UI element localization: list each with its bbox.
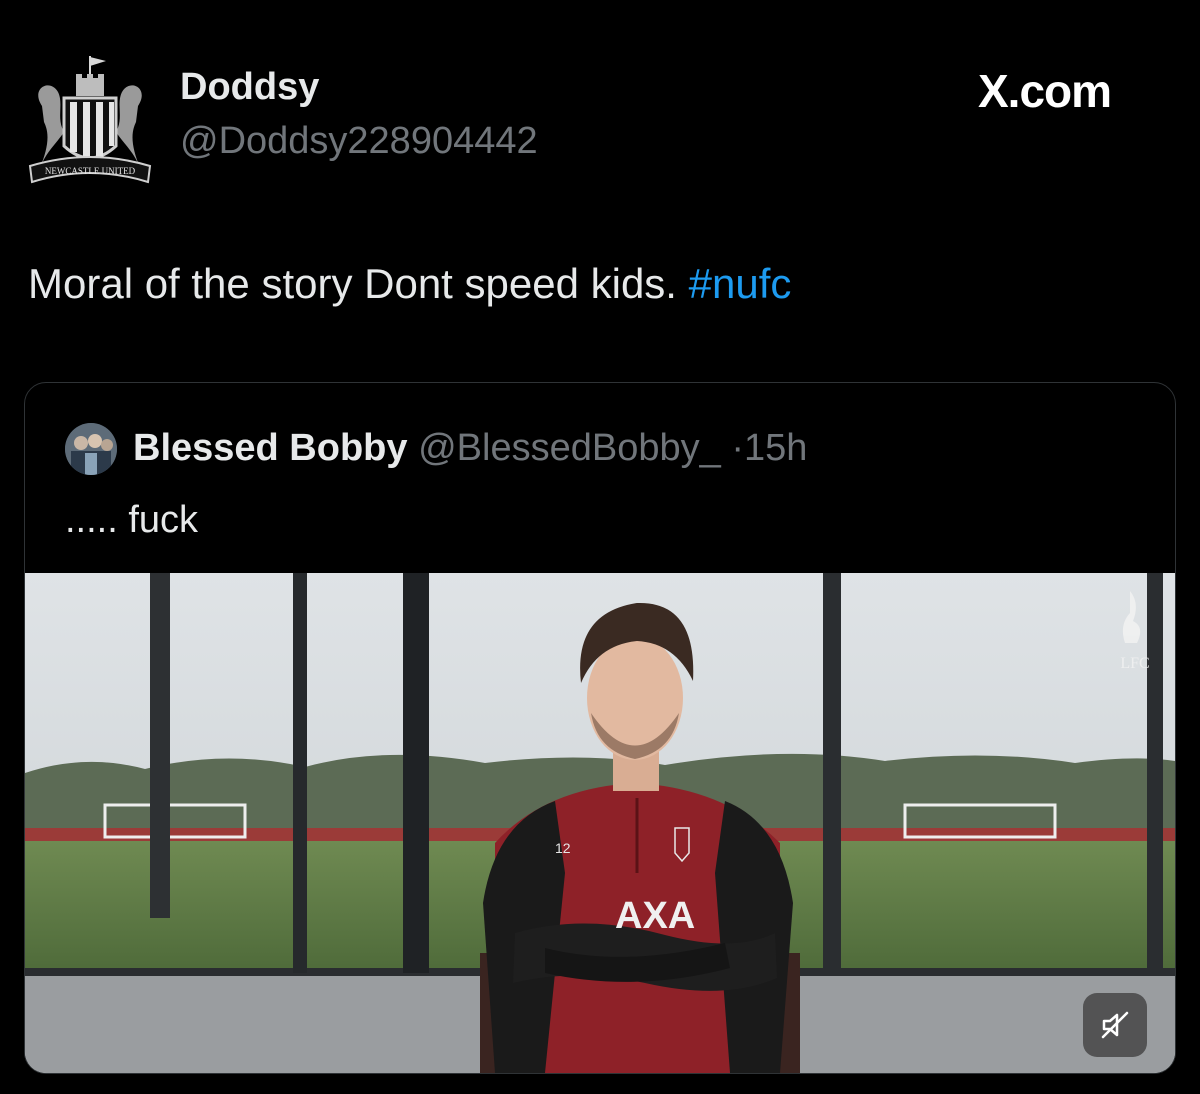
video-frame: 12 AXA LFC [25,573,1175,1073]
timestamp[interactable]: 15h [744,427,807,469]
video-player[interactable]: 12 AXA LFC [25,573,1175,1073]
separator-dot: · [731,427,744,469]
svg-text:NEWCASTLE UNITED: NEWCASTLE UNITED [45,166,136,176]
quoted-author-name[interactable]: Blessed Bobby [133,427,408,469]
hashtag-link[interactable]: #nufc [689,260,792,307]
tweet-body: Moral of the story Dont speed kids. [28,260,677,307]
quoted-tweet-text: ..... fuck [65,499,199,541]
mute-toggle-button[interactable] [1083,993,1147,1057]
author-avatar[interactable]: NEWCASTLE UNITED [20,48,160,198]
speaker-muted-icon [1101,1011,1129,1039]
quoted-tweet-header: Blessed Bobby @BlessedBobby_ ·15h [133,427,807,470]
newcastle-united-crest-icon: NEWCASTLE UNITED [28,56,152,184]
author-display-name[interactable]: Doddsy [180,66,319,109]
x-com-brand-label: X.com [978,65,1112,117]
quoted-tweet-card[interactable]: Blessed Bobby @BlessedBobby_ ·15h ..... … [24,382,1176,1074]
author-handle[interactable]: @Doddsy228904442 [180,120,538,163]
quoted-author-handle[interactable]: @BlessedBobby_ [418,427,721,469]
quoted-author-avatar[interactable] [65,423,117,475]
avatar-photo-icon [65,423,117,475]
svg-text:LFC: LFC [1120,655,1149,672]
svg-text:12: 12 [555,840,571,856]
tweet-text: Moral of the story Dont speed kids. #nuf… [28,260,791,308]
svg-text:AXA: AXA [615,895,695,937]
